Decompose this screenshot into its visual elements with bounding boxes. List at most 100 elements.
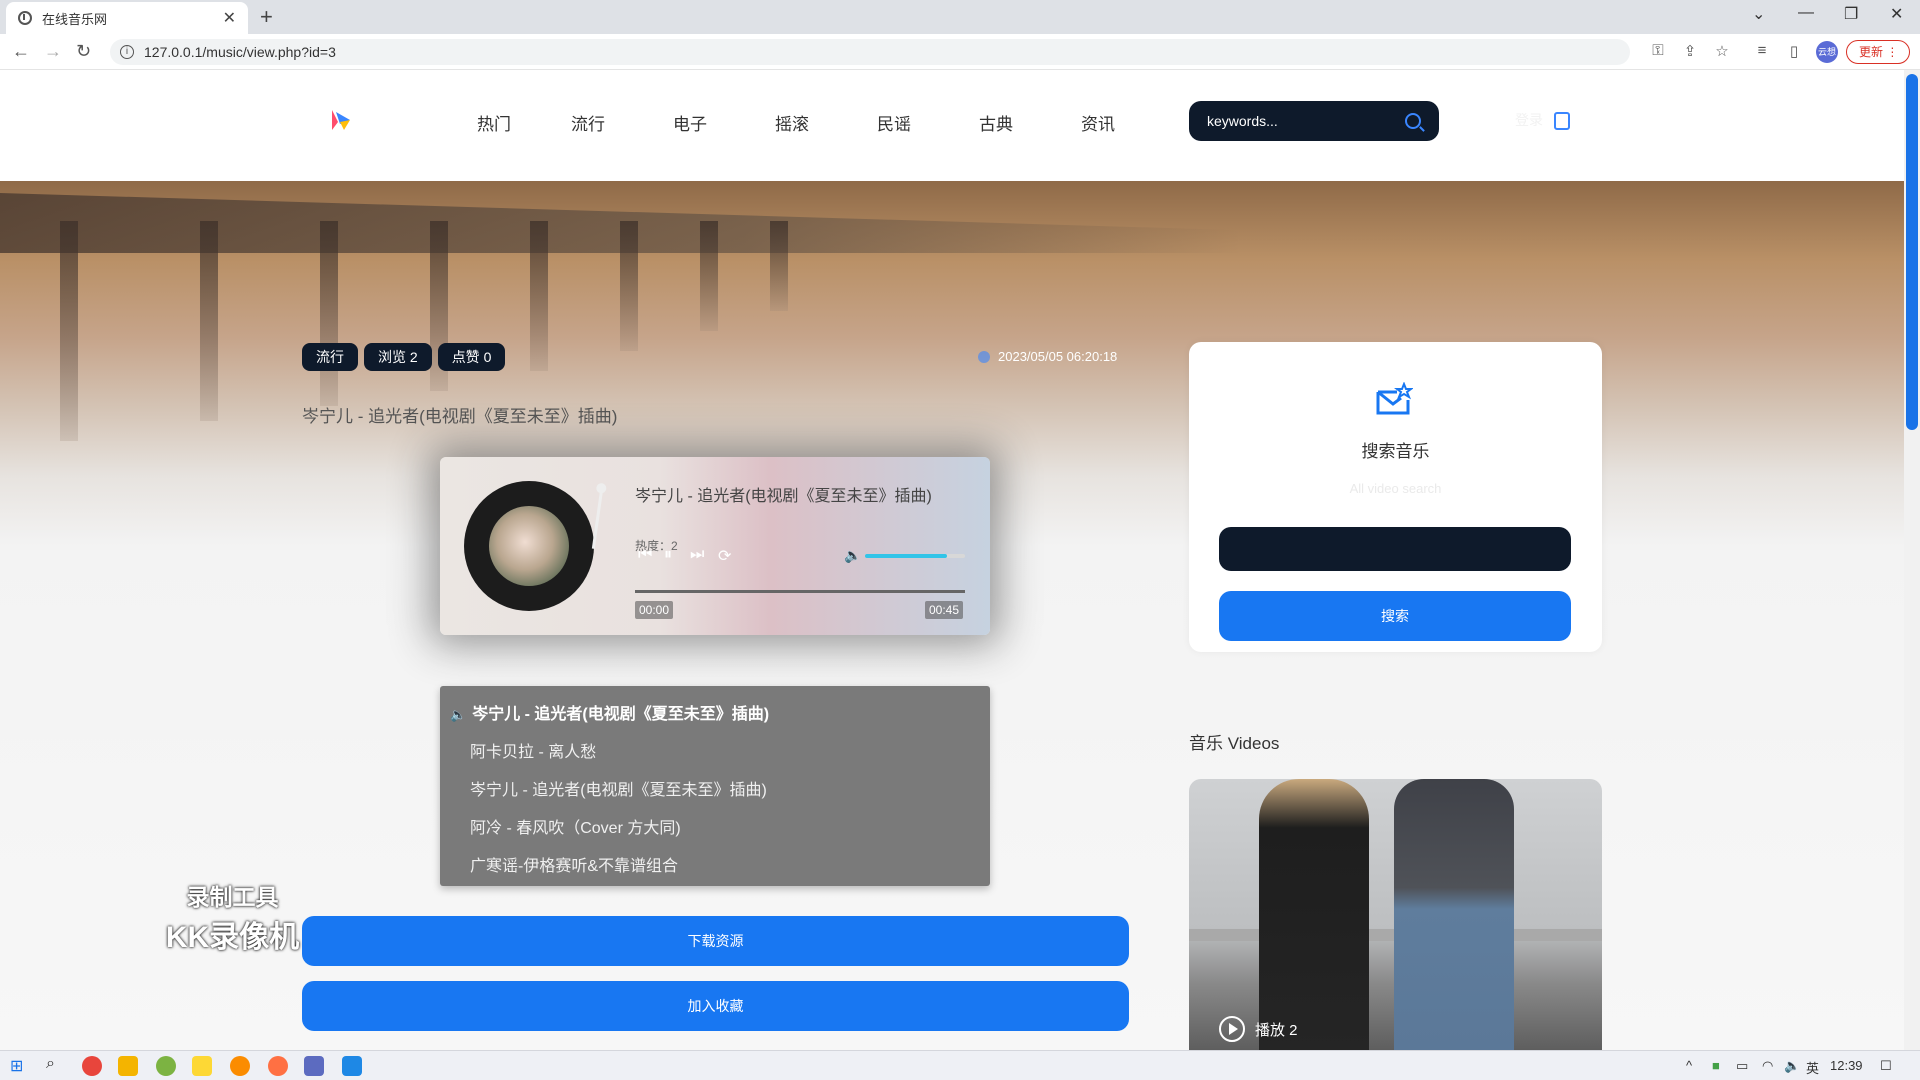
- back-icon[interactable]: ←: [12, 41, 30, 62]
- restore-button[interactable]: ❐: [1844, 4, 1858, 24]
- login-icon[interactable]: [1554, 112, 1570, 130]
- forward-icon[interactable]: →: [44, 41, 62, 62]
- address-bar: ← → ↻ i 127.0.0.1/music/view.php?id=3 ⚿ …: [0, 34, 1920, 70]
- search-card-title: 搜索音乐: [1361, 442, 1430, 461]
- nav-item-pop[interactable]: 流行: [571, 110, 605, 135]
- next-track-icon[interactable]: ⏭: [690, 546, 704, 564]
- search-icon[interactable]: [1405, 113, 1421, 129]
- reading-list-icon[interactable]: ≡: [1752, 42, 1772, 62]
- volume-slider[interactable]: [865, 554, 965, 558]
- tonearm-icon: [591, 489, 604, 549]
- update-label: 更新: [1859, 45, 1884, 59]
- pier-post: [620, 221, 638, 351]
- windows-taskbar: ⊞ ⌕ ^ ■ ▭ ◠ 🔈 英 12:39 ☐: [0, 1050, 1920, 1080]
- notes-app-icon[interactable]: [192, 1056, 212, 1076]
- side-panel-icon[interactable]: ▯: [1784, 42, 1804, 62]
- app-icon[interactable]: [304, 1056, 324, 1076]
- video-thumbnail[interactable]: 播放 2: [1189, 779, 1602, 1050]
- close-window-button[interactable]: ✕: [1890, 4, 1903, 24]
- tray-expand-icon[interactable]: ^: [1686, 1058, 1692, 1073]
- music-search-input[interactable]: [1219, 527, 1571, 571]
- volume-level: [865, 554, 947, 558]
- repeat-icon[interactable]: ⟳: [718, 546, 731, 566]
- browser-tab[interactable]: 在线音乐网 ✕: [6, 2, 248, 34]
- battery-icon[interactable]: ▭: [1736, 1058, 1748, 1074]
- file-explorer-icon[interactable]: [118, 1056, 138, 1076]
- nav-item-rock[interactable]: 摇滚: [775, 110, 809, 135]
- nav-item-hot[interactable]: 热门: [477, 110, 511, 135]
- login-link[interactable]: 登录: [1515, 110, 1543, 130]
- person-figure: [1394, 779, 1514, 1050]
- pier-post: [200, 221, 218, 421]
- site-header: 热门 流行 电子 摇滚 民谣 古典 资讯 登录: [0, 70, 1904, 181]
- app-icon[interactable]: [156, 1056, 176, 1076]
- nav-item-classical[interactable]: 古典: [979, 110, 1013, 135]
- share-icon[interactable]: ⇪: [1680, 42, 1700, 62]
- notifications-icon[interactable]: ☐: [1880, 1058, 1892, 1074]
- watermark-line-2: KK录像机: [165, 921, 300, 954]
- reload-icon[interactable]: ↻: [76, 41, 91, 62]
- search-icon[interactable]: ⌕: [46, 1055, 55, 1073]
- download-button[interactable]: 下载资源: [302, 916, 1129, 966]
- tab-search-icon[interactable]: ⌄: [1752, 4, 1765, 24]
- add-favorite-button[interactable]: 加入收藏: [302, 981, 1129, 1031]
- app-icon[interactable]: [268, 1056, 288, 1076]
- nav-item-electronic[interactable]: 电子: [673, 110, 707, 135]
- vscode-icon[interactable]: [342, 1056, 362, 1076]
- pause-icon[interactable]: ⏸: [664, 546, 672, 564]
- globe-icon: [18, 11, 32, 25]
- previous-track-icon[interactable]: ⏮: [638, 546, 652, 564]
- playlist-item[interactable]: 阿卡贝拉 - 离人愁: [440, 734, 990, 772]
- minimize-button[interactable]: —: [1798, 4, 1814, 22]
- page-scrollbar[interactable]: [1904, 70, 1920, 1050]
- post-date: 2023/05/05 06:20:18: [978, 349, 1117, 364]
- duration: 00:45: [925, 601, 964, 619]
- playlist-item[interactable]: 广寒谣-伊格赛听&不靠谱组合: [440, 848, 990, 886]
- url-field[interactable]: i 127.0.0.1/music/view.php?id=3: [110, 39, 1630, 65]
- close-tab-icon[interactable]: ✕: [223, 8, 236, 28]
- progress-bar[interactable]: [635, 590, 965, 593]
- site-logo[interactable]: [330, 108, 352, 132]
- profile-avatar[interactable]: 云想: [1816, 41, 1838, 63]
- post-date-text: 2023/05/05 06:20:18: [998, 349, 1118, 364]
- watermark-line-1: 录制工具: [186, 884, 279, 910]
- clock[interactable]: 12:39: [1830, 1058, 1863, 1073]
- nav-item-news[interactable]: 资讯: [1081, 110, 1115, 135]
- app-icon[interactable]: [230, 1056, 250, 1076]
- ime-indicator[interactable]: 英: [1806, 1058, 1819, 1077]
- views-badge: 浏览 2: [364, 343, 432, 371]
- header-search-box: [1189, 101, 1439, 141]
- tray-app-icon[interactable]: ■: [1712, 1058, 1720, 1073]
- wifi-icon[interactable]: ◠: [1762, 1058, 1773, 1074]
- windows-start-icon[interactable]: ⊞: [10, 1056, 23, 1076]
- likes-badge[interactable]: 点赞 0: [437, 343, 506, 371]
- new-tab-button[interactable]: +: [260, 4, 273, 30]
- album-cover: [489, 506, 569, 586]
- nav-item-folk[interactable]: 民谣: [877, 110, 911, 135]
- video-play-row[interactable]: 播放 2: [1219, 1016, 1298, 1042]
- star-icon[interactable]: ☆: [1712, 42, 1732, 62]
- chrome-app-icon[interactable]: [82, 1056, 102, 1076]
- playlist-item[interactable]: 🔈 岑宁儿 - 追光者(电视剧《夏至未至》插曲): [440, 696, 990, 734]
- search-button[interactable]: 搜索: [1219, 591, 1571, 641]
- current-time: 00:00: [635, 601, 674, 619]
- genre-badge[interactable]: 流行: [302, 343, 358, 371]
- playlist-item-label: 阿冷 - 春风吹（Cover 方大同): [470, 820, 681, 837]
- speaker-icon[interactable]: 🔈: [1784, 1058, 1800, 1074]
- browser-tabstrip: 在线音乐网 ✕ + ⌄ — ❐ ✕: [0, 0, 1920, 34]
- playlist-item[interactable]: 阿冷 - 春风吹（Cover 方大同): [440, 810, 990, 848]
- playlist-item[interactable]: 岑宁儿 - 追光者(电视剧《夏至未至》插曲): [440, 772, 990, 810]
- update-button[interactable]: 更新 ⋮: [1846, 40, 1910, 64]
- playlist-item-label: 岑宁儿 - 追光者(电视剧《夏至未至》插曲): [470, 782, 767, 799]
- key-icon[interactable]: ⚿: [1648, 42, 1668, 62]
- scrollbar-thumb[interactable]: [1906, 74, 1918, 430]
- header-search-input[interactable]: [1207, 113, 1405, 129]
- video-play-label: 播放 2: [1255, 1021, 1298, 1039]
- play-icon[interactable]: [1219, 1016, 1245, 1042]
- volume-icon[interactable]: 🔈: [844, 547, 861, 564]
- song-title: 岑宁儿 - 追光者(电视剧《夏至未至》插曲): [302, 407, 618, 426]
- search-music-card: 搜索音乐 All video search 搜索: [1189, 342, 1602, 652]
- site-info-icon[interactable]: i: [120, 45, 134, 59]
- recorder-watermark: 录制工具 KK录像机: [160, 878, 305, 956]
- pier-post: [530, 221, 548, 371]
